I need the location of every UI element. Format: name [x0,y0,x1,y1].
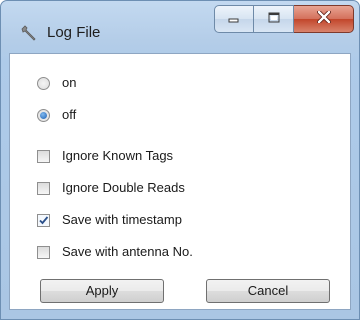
window-title: Log File [47,24,101,41]
checkbox-label: Ignore Known Tags [62,148,174,163]
log-file-window: Log File on off Ignore Known Tags Ignore… [0,0,360,320]
radio-button[interactable] [37,76,50,90]
close-icon [316,10,331,28]
checkbox[interactable] [37,181,50,195]
checkbox-label: Ignore Double Reads [62,180,185,195]
title-bar[interactable]: Log File [1,1,359,45]
checkmark-icon [39,215,49,224]
checkbox-ignore-double-reads[interactable]: Ignore Double Reads [37,178,185,198]
wrench-icon [19,23,39,43]
checkbox-save-with-antenna-no[interactable]: Save with antenna No. [37,242,193,262]
checkbox-ignore-known-tags[interactable]: Ignore Known Tags [37,146,173,166]
maximize-button[interactable] [254,5,294,33]
checkbox-label: Save with timestamp [62,212,182,227]
radio-label: on [62,75,77,90]
checkbox-label: Save with antenna No. [62,244,193,259]
cancel-button[interactable]: Cancel [206,279,330,303]
dialog-body: on off Ignore Known Tags Ignore Double R… [9,53,351,310]
checkbox[interactable] [37,149,50,163]
radio-button[interactable] [37,108,50,122]
caption-buttons [214,5,354,33]
checkbox[interactable] [37,245,50,259]
checkbox-save-with-timestamp[interactable]: Save with timestamp [37,210,182,230]
radio-on[interactable]: on [37,73,76,93]
radio-off[interactable]: off [37,105,76,125]
minimize-icon [228,10,240,28]
checkbox[interactable] [37,213,50,227]
minimize-button[interactable] [214,5,254,33]
radio-label: off [62,107,77,122]
apply-button[interactable]: Apply [40,279,164,303]
close-button[interactable] [294,5,354,33]
maximize-icon [268,10,280,28]
